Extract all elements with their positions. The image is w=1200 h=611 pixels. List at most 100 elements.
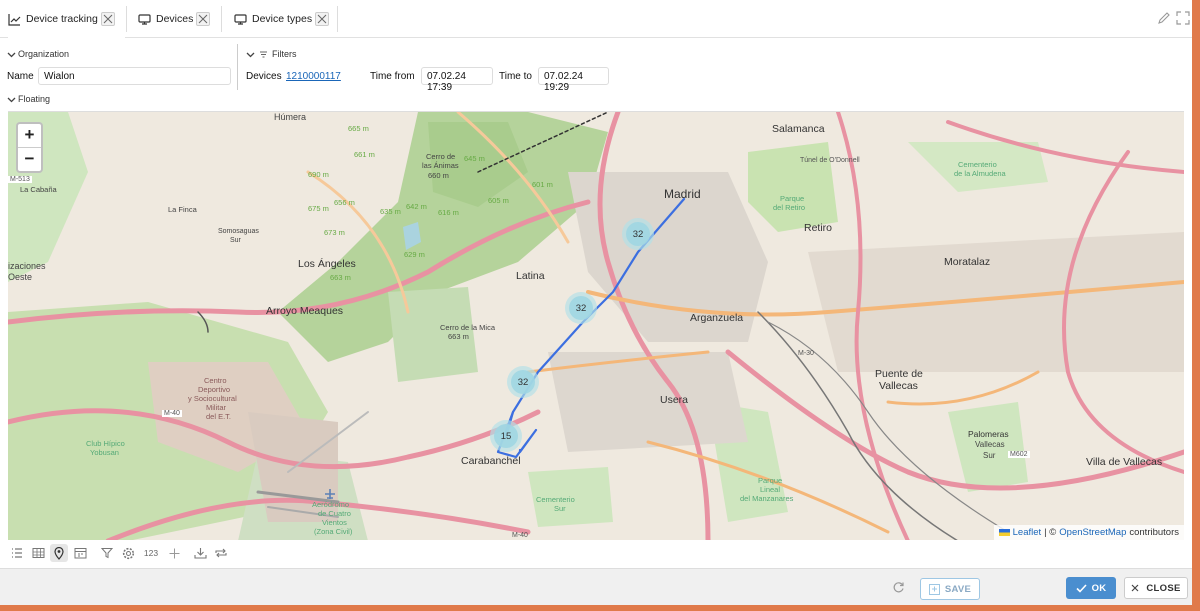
map-label: M602 [1008, 451, 1030, 458]
map-label: de Cuatro [318, 509, 351, 518]
filters-section-toggle[interactable]: Filters [246, 49, 297, 59]
openstreetmap-link[interactable]: OpenStreetMap [1059, 527, 1126, 538]
ok-button[interactable]: OK [1066, 577, 1116, 599]
map-label: Cerro de la Mica [440, 323, 496, 332]
tab-devices[interactable]: Devices [138, 0, 213, 38]
device-link[interactable]: 1210000117 [286, 71, 341, 82]
check-icon [1075, 583, 1087, 593]
name-field[interactable]: Wialon [38, 67, 231, 85]
zoom-in-button[interactable]: + [18, 124, 41, 148]
map-label: del Retiro [773, 203, 806, 212]
close-tab-icon[interactable] [196, 12, 211, 26]
button-label: CLOSE [1146, 582, 1181, 594]
map-label: 663 m [448, 332, 469, 341]
map-label: Retiro [804, 222, 833, 234]
map-label: Salamanca [772, 123, 825, 135]
window-actions [1157, 11, 1190, 25]
map-label: Aeródromo [312, 500, 350, 509]
dialog-footer: SAVE OK CLOSE [0, 568, 1192, 605]
map-label: 642 m [406, 202, 427, 211]
close-button[interactable]: CLOSE [1124, 577, 1188, 599]
map-label: Arganzuela [690, 312, 744, 324]
tab-divider [221, 6, 222, 32]
zoom-control: + − [16, 122, 43, 173]
map-label: (Zona Civil) [314, 527, 353, 536]
monitor-icon [234, 13, 247, 26]
map-label: Húmera [274, 112, 307, 122]
map-view[interactable]: Húmera Salamanca Madrid Retiro Moratalaz… [8, 111, 1184, 540]
tab-device-types[interactable]: Device types [234, 0, 330, 38]
section-title: Organization [18, 49, 70, 59]
map-label: del E.T. [206, 412, 232, 421]
counter-toggle[interactable]: 123 [140, 544, 162, 562]
fullscreen-icon[interactable] [1176, 11, 1190, 25]
filter-divider [237, 44, 238, 90]
map-label: de la Almudena [954, 169, 1006, 178]
ukraine-flag-icon [998, 529, 1010, 536]
map-label: Cementerio [536, 495, 575, 504]
map-label: Sur [554, 504, 566, 513]
zoom-out-button[interactable]: − [18, 148, 41, 172]
time-to-label: Time to [499, 71, 532, 82]
repeat-icon[interactable] [212, 544, 230, 562]
map-label: M-40 [162, 410, 182, 417]
close-tab-icon[interactable] [100, 12, 115, 26]
organization-section-toggle[interactable]: Organization [7, 49, 69, 59]
map-label: Túnel de O'Donnell [800, 157, 860, 164]
tab-device-tracking[interactable]: Device tracking [8, 0, 125, 38]
map-label: Sur [983, 451, 996, 460]
map-label: Militar [206, 403, 226, 412]
chevron-down-icon [7, 97, 16, 102]
time-to-field[interactable]: 07.02.24 19:29 [538, 67, 609, 93]
devices-label: Devices [246, 71, 282, 82]
map-label: y Sociocultural [188, 394, 237, 403]
map-label: Somosaguas [218, 228, 259, 235]
map-label: Palomeras [968, 429, 1009, 439]
tab-divider [126, 6, 127, 32]
pencil-icon[interactable] [1157, 11, 1171, 25]
gear-icon[interactable] [119, 544, 137, 562]
tab-divider [337, 6, 338, 32]
map-label: 601 m [532, 180, 553, 189]
attribution-separator: | © [1044, 527, 1057, 538]
refresh-icon[interactable] [892, 581, 905, 594]
map-base [8, 112, 1184, 540]
name-label: Name [7, 71, 34, 82]
close-icon [1131, 584, 1139, 592]
calendar-icon[interactable] [71, 544, 89, 562]
table-view-icon[interactable] [29, 544, 47, 562]
map-label: M-513 [8, 176, 32, 183]
attribution-text: contributors [1129, 527, 1179, 538]
map-label: Cerro de [426, 152, 456, 161]
tab-label: Devices [156, 13, 194, 25]
filter-icon[interactable] [98, 544, 116, 562]
map-label: 690 m [308, 170, 329, 179]
map-label: 660 m [428, 171, 449, 180]
save-button[interactable]: SAVE [920, 578, 980, 600]
map-label: Los Ángeles [298, 258, 356, 270]
map-pin-icon[interactable] [50, 544, 68, 562]
add-icon[interactable] [165, 544, 183, 562]
leaflet-link[interactable]: Leaflet [1013, 527, 1042, 538]
map-label: M-40 [512, 532, 528, 539]
download-icon[interactable] [191, 544, 209, 562]
map-cluster-marker[interactable]: 15 [490, 420, 522, 452]
map-label: Oeste [8, 272, 33, 282]
map-label: Villa de Vallecas [1086, 456, 1163, 468]
map-cluster-marker[interactable]: 32 [622, 218, 654, 250]
map-cluster-marker[interactable]: 32 [507, 366, 539, 398]
map-label: Carabanchel [461, 455, 521, 467]
map-label: 616 m [438, 208, 459, 217]
button-label: OK [1091, 582, 1107, 594]
time-from-field[interactable]: 07.02.24 17:39 [421, 67, 493, 93]
map-label: izaciones [8, 261, 46, 271]
map-label: Vallecas [879, 380, 918, 392]
list-view-icon[interactable] [8, 544, 26, 562]
map-cluster-marker[interactable]: 32 [565, 292, 597, 324]
map-label: Usera [660, 394, 689, 406]
close-tab-icon[interactable] [315, 12, 330, 26]
floating-section-toggle[interactable]: Floating [7, 94, 50, 104]
map-label: Arroyo Meaques [266, 305, 344, 317]
map-label: M-30 [798, 350, 814, 357]
map-label: Vallecas [975, 440, 1005, 449]
